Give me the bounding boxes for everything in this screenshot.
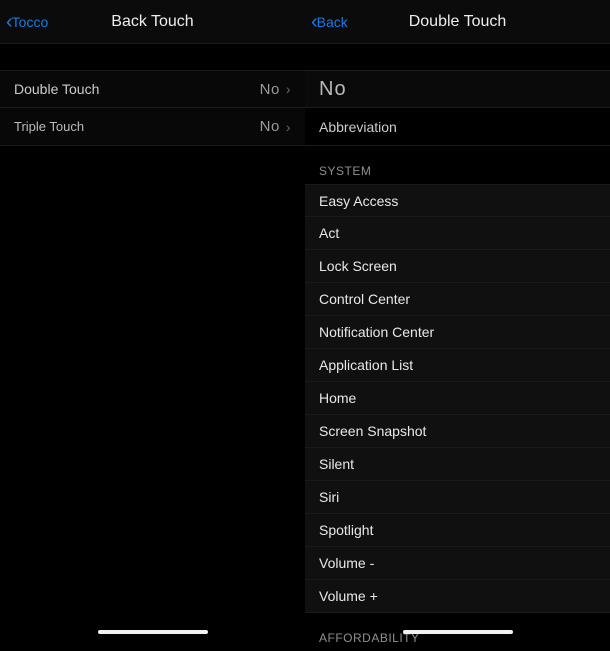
option-label: Easy Access — [319, 193, 398, 209]
row-abbreviation[interactable]: Abbreviation — [305, 108, 610, 146]
current-value-row[interactable]: No — [305, 70, 610, 108]
back-button-right[interactable]: ‹ Back — [311, 12, 348, 32]
home-indicator[interactable] — [98, 630, 208, 634]
option-label: Notification Center — [319, 324, 434, 340]
row-double-touch[interactable]: Double Touch No › — [0, 70, 305, 108]
home-indicator[interactable] — [403, 630, 513, 634]
row-label: Double Touch — [14, 81, 99, 97]
row-label: Abbreviation — [319, 119, 397, 135]
option-row[interactable]: Siri — [305, 481, 610, 514]
chevron-right-icon: › — [286, 81, 291, 97]
option-row[interactable]: Notification Center — [305, 316, 610, 349]
option-row[interactable]: Application List — [305, 349, 610, 382]
right-navbar: ‹ Back Double Touch — [305, 0, 610, 44]
row-value: No › — [260, 118, 291, 135]
left-list: Double Touch No › Triple Touch No › — [0, 70, 305, 146]
back-label-right: Back — [317, 14, 348, 30]
right-pane: ‹ Back Double Touch No Abbreviation SYST… — [305, 0, 610, 642]
option-row[interactable]: Volume + — [305, 580, 610, 613]
option-label: Lock Screen — [319, 258, 397, 274]
back-button-left[interactable]: ‹ Tocco — [6, 12, 48, 32]
left-navbar: ‹ Tocco Back Touch — [0, 0, 305, 44]
option-row[interactable]: Volume - — [305, 547, 610, 580]
option-row[interactable]: Spotlight — [305, 514, 610, 547]
option-row[interactable]: Silent — [305, 448, 610, 481]
option-row[interactable]: Screen Snapshot — [305, 415, 610, 448]
option-label: Home — [319, 390, 356, 406]
option-label: Spotlight — [319, 522, 373, 538]
option-label: Application List — [319, 357, 413, 373]
current-value: No — [319, 78, 347, 101]
row-triple-touch[interactable]: Triple Touch No › — [0, 108, 305, 146]
option-row[interactable]: Easy Access — [305, 184, 610, 217]
option-label: Volume - — [319, 555, 374, 571]
row-label: Triple Touch — [14, 119, 84, 134]
option-label: Volume + — [319, 588, 378, 604]
options-list: Easy Access Act Lock Screen Control Center N… — [305, 184, 610, 613]
option-row[interactable]: Lock Screen — [305, 250, 610, 283]
right-title: Double Touch — [305, 13, 610, 31]
option-row[interactable]: Control Center — [305, 283, 610, 316]
option-label: Control Center — [319, 291, 410, 307]
row-value: No › — [260, 81, 291, 98]
option-label: Silent — [319, 456, 354, 472]
option-row[interactable]: Act — [305, 217, 610, 250]
option-label: Act — [319, 225, 339, 241]
option-label: Siri — [319, 489, 339, 505]
option-label: Screen Snapshot — [319, 423, 426, 439]
section-header-system: SYSTEM — [305, 146, 610, 184]
chevron-right-icon: › — [286, 119, 291, 135]
left-pane: ‹ Tocco Back Touch Double Touch No › Tri… — [0, 0, 305, 642]
back-label-left: Tocco — [12, 14, 49, 30]
option-row[interactable]: Home — [305, 382, 610, 415]
